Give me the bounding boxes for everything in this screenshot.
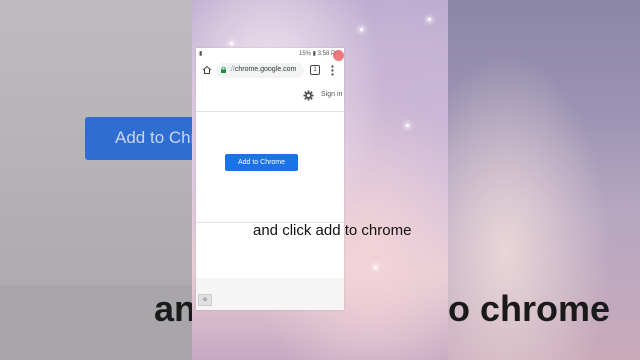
home-icon[interactable]: [202, 65, 212, 75]
tabs-icon[interactable]: 1: [310, 65, 320, 75]
caption-small: and click add to chrome: [253, 222, 412, 239]
status-bar: ▮ 15% ▮ 3:58 PM: [196, 48, 344, 58]
browser-toolbar: ://chrome.google.com 1: [196, 60, 344, 82]
add-to-chrome-button[interactable]: Add to Chrome: [225, 154, 298, 171]
gear-icon[interactable]: [303, 90, 314, 101]
url-host: chrome.google.com: [234, 66, 297, 73]
sparkle: [428, 18, 431, 21]
header-divider: [196, 111, 344, 112]
extension-thumbnail-icon: ⚙: [198, 294, 212, 306]
phone-screen: ▮ 15% ▮ 3:58 PM ://chrome.google.com 1 S…: [196, 48, 344, 310]
menu-icon[interactable]: [331, 65, 334, 76]
caption-big-left-clip: an: [0, 0, 192, 360]
page-header: Sign in: [196, 86, 344, 106]
sparkle: [230, 42, 233, 45]
caption-big-right: o chrome: [448, 288, 611, 329]
bottom-area: ⚙: [196, 278, 344, 310]
lock-icon: [221, 67, 226, 73]
status-left: ▮: [199, 51, 203, 57]
sparkle: [406, 124, 409, 127]
caption-big-right-clip: o chrome: [448, 0, 640, 360]
sign-in-link[interactable]: Sign in: [321, 91, 342, 98]
url-text: ://chrome.google.com: [229, 66, 296, 73]
caption-big-left: an: [154, 288, 192, 329]
sparkle: [374, 266, 377, 269]
address-bar[interactable]: ://chrome.google.com: [216, 63, 304, 78]
sparkle: [360, 28, 363, 31]
